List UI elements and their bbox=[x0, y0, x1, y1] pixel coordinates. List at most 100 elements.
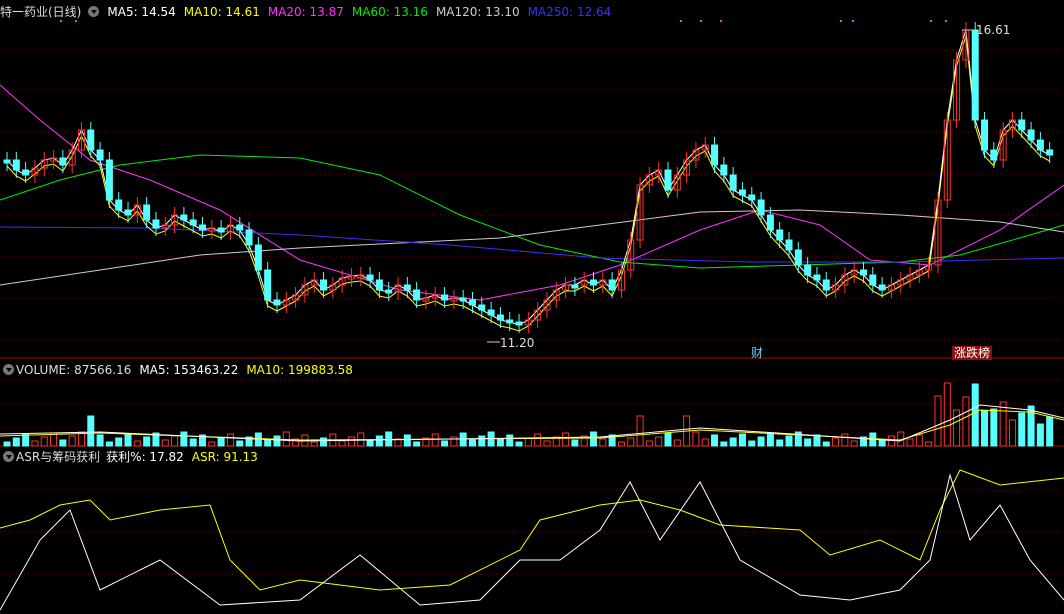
candle-body bbox=[590, 279, 598, 286]
volume-bar bbox=[999, 401, 1007, 447]
candle-body bbox=[22, 169, 30, 176]
candle-body bbox=[506, 319, 514, 324]
volume-bar bbox=[96, 434, 104, 447]
candle-body bbox=[217, 227, 225, 233]
volume-bar bbox=[1018, 412, 1026, 447]
candle-body bbox=[859, 269, 867, 276]
candle-body bbox=[236, 224, 244, 231]
collapse-icon[interactable] bbox=[88, 6, 100, 17]
volume-bar bbox=[841, 433, 849, 447]
volume-bar bbox=[524, 437, 532, 447]
price-legend: 特一药业(日线) MA5: 14.54 MA10: 14.61 MA20: 13.87… bbox=[0, 3, 627, 21]
volume-bar bbox=[217, 437, 225, 447]
signal-dot bbox=[930, 20, 932, 22]
profit-line bbox=[0, 473, 1064, 611]
volume-bar bbox=[766, 432, 774, 447]
chart-grid bbox=[0, 49, 1064, 575]
candle-body bbox=[729, 174, 737, 191]
finance-tag[interactable]: 财 bbox=[749, 346, 765, 360]
ma20-line bbox=[0, 84, 1064, 301]
candle-body bbox=[3, 159, 11, 164]
volume-bar bbox=[822, 441, 830, 447]
candle-body bbox=[385, 289, 393, 294]
candle-body bbox=[96, 149, 104, 161]
candle-body bbox=[785, 239, 793, 251]
asr-label-0: 获利%: 17.82 bbox=[106, 450, 184, 464]
volume-bar bbox=[87, 415, 95, 447]
candle-body bbox=[1027, 129, 1035, 141]
candle-body bbox=[813, 274, 821, 281]
moving-average-lines bbox=[0, 29, 1064, 332]
volume-bar bbox=[366, 439, 374, 447]
candle-body bbox=[822, 279, 830, 291]
asr-line bbox=[0, 469, 1064, 591]
volume-bar bbox=[31, 440, 39, 447]
ranking-tag[interactable]: 涨跌榜 bbox=[952, 346, 993, 360]
candle-body bbox=[152, 219, 160, 229]
candle-body bbox=[515, 321, 523, 326]
volume-bar bbox=[971, 383, 979, 447]
volume-bar bbox=[571, 439, 579, 447]
candle-body bbox=[478, 304, 486, 311]
volume-bar bbox=[375, 435, 383, 447]
volume-bar bbox=[115, 437, 123, 447]
candle-body bbox=[143, 204, 151, 221]
volume-bar bbox=[208, 441, 216, 447]
volume-bar bbox=[636, 415, 644, 447]
candle-body bbox=[264, 269, 272, 301]
volume-bar bbox=[413, 441, 421, 447]
volume-bar bbox=[506, 434, 514, 447]
candle-body bbox=[776, 229, 784, 241]
candle-body bbox=[794, 249, 802, 266]
volume-bar bbox=[459, 432, 467, 447]
collapse-icon[interactable] bbox=[3, 451, 14, 462]
volume-label-2: MA10: 199883.58 bbox=[246, 363, 353, 377]
ma120-line bbox=[0, 209, 1064, 286]
volume-bar bbox=[645, 440, 653, 447]
candle-body bbox=[664, 169, 672, 191]
candle-body bbox=[748, 194, 756, 201]
signal-dot bbox=[680, 20, 682, 22]
volume-bar bbox=[124, 433, 132, 447]
candle-body bbox=[12, 159, 20, 171]
candle-body bbox=[990, 149, 998, 161]
ma60-line bbox=[0, 154, 1064, 269]
volume-bar bbox=[189, 438, 197, 447]
ma-label-4: MA120: 13.10 bbox=[435, 5, 520, 19]
volume-bar bbox=[599, 438, 607, 447]
ma-label-1: MA10: 14.61 bbox=[183, 5, 260, 19]
volume-bar bbox=[403, 434, 411, 447]
candle-body bbox=[487, 309, 495, 316]
candle-body bbox=[254, 244, 262, 271]
volume-bar bbox=[673, 439, 681, 447]
volume-bar bbox=[813, 434, 821, 447]
collapse-icon[interactable] bbox=[3, 364, 14, 375]
stock-chart-canvas[interactable]: 16.61 11.20 bbox=[0, 0, 1064, 614]
volume-bar bbox=[878, 439, 886, 447]
ma5-line bbox=[6, 29, 1050, 326]
volume-bar bbox=[264, 439, 272, 447]
asr-legend: ASR与筹码获利 获利%: 17.82 ASR: 91.13 bbox=[0, 448, 274, 466]
ma-label-2: MA20: 13.87 bbox=[267, 5, 344, 19]
volume-bar bbox=[12, 437, 20, 447]
candle-body bbox=[375, 279, 383, 291]
candle-body bbox=[869, 274, 877, 286]
volume-bar bbox=[68, 435, 76, 447]
candle-body bbox=[115, 199, 123, 211]
volume-bar bbox=[981, 410, 989, 447]
volume-label-0: VOLUME: 87566.16 bbox=[16, 363, 132, 377]
candle-body bbox=[971, 29, 979, 121]
candle-body bbox=[180, 214, 188, 221]
volume-bar bbox=[143, 436, 151, 447]
candle-body bbox=[804, 264, 812, 276]
volume-bar bbox=[720, 441, 728, 447]
candle-body bbox=[981, 119, 989, 151]
asr-label-1: ASR: 91.13 bbox=[191, 450, 258, 464]
signal-dot bbox=[945, 20, 947, 22]
candle-body bbox=[766, 214, 774, 231]
volume-bar bbox=[347, 436, 355, 447]
candle-body bbox=[413, 289, 421, 301]
candle-body bbox=[468, 299, 476, 306]
stock-title[interactable]: 特一药业(日线) bbox=[0, 5, 81, 19]
volume-bar bbox=[692, 431, 700, 447]
